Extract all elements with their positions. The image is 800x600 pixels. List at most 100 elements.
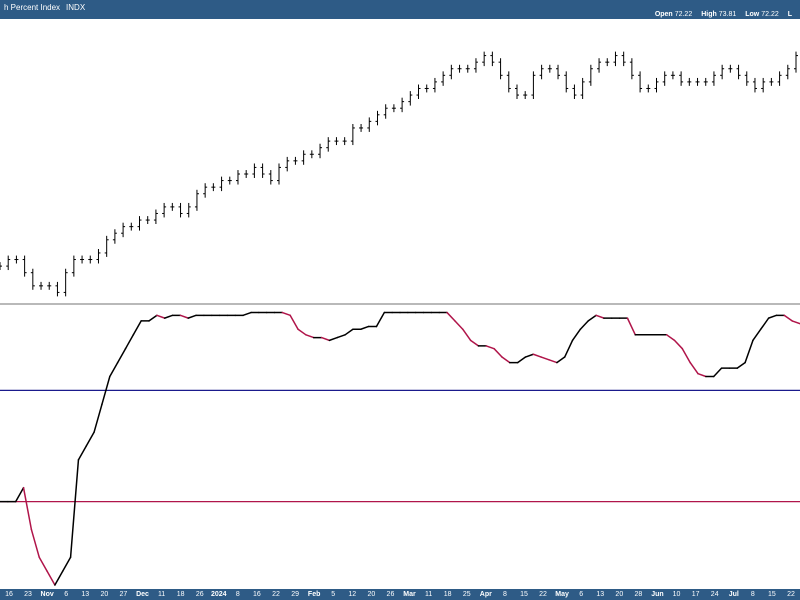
- x-tick-label: 20: [615, 591, 624, 598]
- price-bar: [162, 202, 167, 218]
- price-bar: [112, 229, 117, 244]
- price-bar: [580, 77, 585, 99]
- price-bar: [22, 255, 27, 277]
- price-bar: [6, 255, 11, 271]
- ohlc-readout: Open 72.22 High 73.81 Low 72.22 L: [648, 11, 794, 18]
- x-tick-label: 18: [176, 591, 185, 598]
- index-ticker: INDX: [66, 3, 86, 12]
- x-tick-label: Mar: [403, 591, 416, 598]
- price-bar: [638, 71, 643, 93]
- indicator-segment: [532, 353, 542, 358]
- x-tick-label: 25: [462, 591, 471, 598]
- indicator-panel: [0, 311, 800, 586]
- x-tick-label: 8: [502, 591, 507, 598]
- x-tick-label: 8: [750, 591, 755, 598]
- price-bar: [679, 71, 684, 86]
- price-bar: [383, 104, 388, 119]
- price-bar: [203, 183, 208, 198]
- price-bar: [523, 91, 528, 99]
- price-bar: [777, 71, 782, 86]
- indicator-segment: [516, 356, 527, 364]
- price-bar: [104, 235, 109, 257]
- price-bar: [408, 91, 413, 106]
- indicator-segment: [626, 317, 637, 336]
- high-value: 73.81: [718, 11, 737, 18]
- index-name: h Percent Index: [4, 3, 61, 12]
- x-tick-label: May: [555, 591, 569, 598]
- indicator-segment: [548, 359, 558, 364]
- indicator-segment: [752, 328, 762, 342]
- price-panel: [0, 51, 798, 297]
- price-bar: [703, 77, 708, 86]
- price-bar: [621, 51, 626, 67]
- x-tick-label: 13: [596, 591, 605, 598]
- price-bar: [744, 71, 749, 86]
- price-bar: [498, 58, 503, 80]
- indicator-segment: [736, 361, 746, 369]
- price-bar: [514, 84, 519, 99]
- indicator-segment: [744, 339, 754, 364]
- indicator-segment: [336, 334, 346, 339]
- indicator-segment: [375, 311, 386, 328]
- x-tick-label: 11: [157, 591, 166, 598]
- indicator-segment: [673, 339, 684, 350]
- indicator-segment: [179, 314, 189, 319]
- price-bar: [211, 183, 216, 192]
- x-tick-label: 8: [235, 591, 240, 598]
- indicator-segment: [124, 334, 135, 350]
- price-bar: [752, 77, 757, 93]
- price-bar: [235, 170, 240, 185]
- indicator-segment: [579, 320, 589, 330]
- indicator-segment: [46, 570, 56, 586]
- indicator-segment: [563, 339, 574, 358]
- price-bar: [178, 202, 183, 218]
- indicator-segment: [328, 336, 339, 342]
- indicator-segment: [469, 339, 480, 347]
- x-tick-label: Apr: [479, 591, 492, 598]
- x-tick-label: 15: [520, 591, 528, 598]
- price-bar: [646, 84, 651, 93]
- price-bar: [277, 163, 282, 185]
- x-tick-label: 27: [119, 591, 128, 598]
- price-bar: [129, 222, 134, 231]
- indicator-segment: [493, 347, 503, 358]
- indicator-segment: [783, 314, 793, 322]
- x-tick-label: 16: [253, 591, 261, 598]
- x-tick-label: 20: [367, 591, 376, 598]
- price-bar: [153, 209, 158, 224]
- price-bar: [391, 104, 396, 113]
- price-bar: [711, 71, 716, 86]
- price-bar: [88, 255, 93, 264]
- indicator-segment: [461, 328, 472, 342]
- price-bar: [63, 268, 68, 297]
- indicator-segment: [14, 486, 25, 503]
- price-bar: [342, 137, 347, 146]
- x-tick-label: 23: [24, 591, 32, 598]
- price-bar: [55, 281, 60, 297]
- x-tick-label: 29: [291, 591, 299, 598]
- price-bar: [769, 77, 774, 86]
- indicator-segment: [320, 336, 331, 342]
- indicator-segment: [30, 528, 40, 558]
- chart-header: h Percent Index INDX Open 72.22 High 73.81 …: [0, 0, 800, 19]
- indicator-segment: [454, 320, 464, 330]
- low-value: 72.22: [761, 11, 779, 18]
- chart-canvas: [0, 51, 800, 586]
- price-bar: [219, 176, 224, 192]
- indicator-segment: [242, 311, 252, 317]
- x-tick-label: 26: [195, 591, 204, 598]
- price-bar: [170, 202, 175, 211]
- price-bar: [0, 262, 2, 271]
- indicator-segment: [148, 314, 158, 322]
- price-bar: [613, 51, 618, 67]
- price-bar: [597, 58, 602, 73]
- x-tick-label: 16: [5, 591, 13, 598]
- indicator-segment: [85, 431, 95, 447]
- indicator-segment: [163, 314, 174, 319]
- price-bar: [482, 51, 487, 67]
- price-bar: [375, 110, 380, 126]
- indicator-segment: [791, 320, 800, 325]
- price-bar: [350, 124, 355, 146]
- indicator-segment: [712, 367, 723, 378]
- x-tick-label: 6: [579, 591, 584, 598]
